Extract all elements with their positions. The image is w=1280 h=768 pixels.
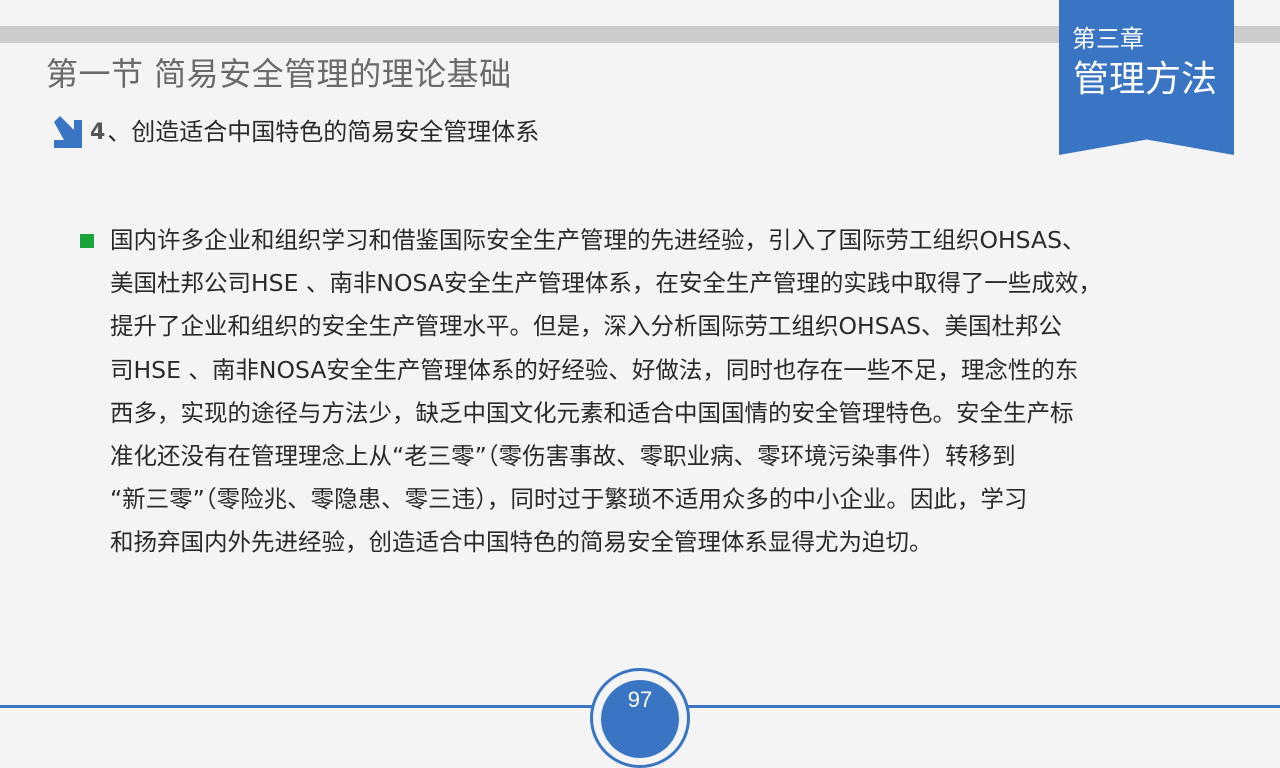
paragraph-line: 准化还没有在管理理念上从“老三零”（零伤害事故、零职业病、零环境污染事件）转移到 [110,442,1016,471]
paragraph-line: 和扬弃国内外先进经验，创造适合中国特色的简易安全管理体系显得尤为迫切。 [110,528,933,557]
subheading-number: 4 [90,119,106,145]
page-number: 97 [627,687,653,712]
chapter-tag: 第三章 管理方法 [1059,0,1234,155]
subheading: 4 、创造适合中国特色的简易安全管理体系 [48,112,539,152]
body-paragraph: 国内许多企业和组织学习和借鉴国际安全生产管理的先进经验，引入了国际劳工组织OHS… [110,219,1236,565]
chapter-number: 第三章 [1072,25,1144,53]
chapter-name: 管理方法 [1073,59,1218,100]
paragraph-line: 司HSE 、南非NOSA安全生产管理体系的好经验、好做法，同时也存在一些不足，理… [110,355,1079,384]
square-bullet-icon [80,234,94,248]
paragraph-line: 美国杜邦公司HSE 、南非NOSA安全生产管理体系，在安全生产管理的实践中取得了… [110,269,1102,298]
paragraph-line: “新三零”（零险兆、零隐患、零三违），同时过于繁琐不适用众多的中小企业。因此，学… [110,485,1028,514]
subheading-text: 、创造适合中国特色的简易安全管理体系 [107,118,540,146]
paragraph-line: 西多，实现的途径与方法少，缺乏中国文化元素和适合中国国情的安全管理特色。安全生产… [110,398,1074,427]
paragraph-line: 国内许多企业和组织学习和借鉴国际安全生产管理的先进经验，引入了国际劳工组织OHS… [110,226,1086,254]
arrow-down-right-icon [54,116,82,148]
paragraph-line: 提升了企业和组织的安全生产管理水平。但是，深入分析国际劳工组织OHSAS、美国杜… [110,312,1063,341]
section-title: 第一节 简易安全管理的理论基础 [46,55,512,93]
